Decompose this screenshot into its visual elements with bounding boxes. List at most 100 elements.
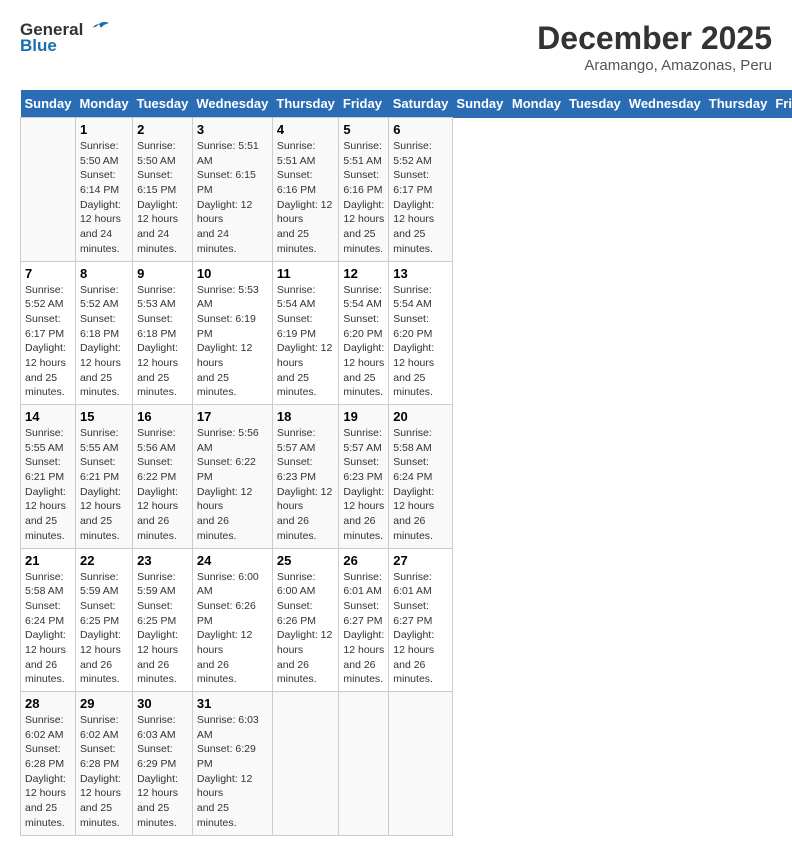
- day-info: Sunrise: 5:50 AM Sunset: 6:14 PM Dayligh…: [80, 139, 128, 257]
- day-number: 14: [25, 409, 71, 424]
- day-number: 21: [25, 553, 71, 568]
- day-number: 2: [137, 122, 188, 137]
- header-sunday: Sunday: [452, 90, 507, 118]
- title-section: December 2025 Aramango, Amazonas, Peru: [537, 20, 772, 74]
- header-monday: Monday: [75, 90, 132, 118]
- day-number: 24: [197, 553, 268, 568]
- calendar-cell: 17 Sunrise: 5:56 AM Sunset: 6:22 PM Dayli…: [192, 405, 272, 549]
- day-info: Sunrise: 5:52 AM Sunset: 6:17 PM Dayligh…: [25, 283, 71, 401]
- day-number: 8: [80, 266, 128, 281]
- day-info: Sunrise: 5:54 AM Sunset: 6:20 PM Dayligh…: [343, 283, 384, 401]
- day-number: 4: [277, 122, 335, 137]
- day-number: 25: [277, 553, 335, 568]
- calendar-cell: 14Sunrise: 5:55 AM Sunset: 6:21 PM Dayli…: [21, 405, 76, 549]
- day-number: 20: [393, 409, 448, 424]
- page-header: General Blue December 2025 Aramango, Ama…: [20, 20, 772, 74]
- header-tuesday: Tuesday: [133, 90, 193, 118]
- calendar-cell: 5Sunrise: 5:51 AM Sunset: 6:16 PM Daylig…: [339, 118, 389, 262]
- calendar-cell: 15Sunrise: 5:55 AM Sunset: 6:21 PM Dayli…: [75, 405, 132, 549]
- location-subtitle: Aramango, Amazonas, Peru: [537, 57, 772, 74]
- day-number: 19: [343, 409, 384, 424]
- calendar-cell: 10 Sunrise: 5:53 AM Sunset: 6:19 PM Dayli…: [192, 261, 272, 405]
- calendar-cell: 22Sunrise: 5:59 AM Sunset: 6:25 PM Dayli…: [75, 548, 132, 692]
- day-info: Sunrise: 6:03 AM Sunset: 6:29 PM Dayligh…: [197, 713, 268, 831]
- calendar-cell: [272, 692, 339, 836]
- day-number: 16: [137, 409, 188, 424]
- calendar-cell: 8 Sunrise: 5:52 AM Sunset: 6:18 PM Daylig…: [75, 261, 132, 405]
- calendar-cell: 4 Sunrise: 5:51 AM Sunset: 6:16 PM Daylig…: [272, 118, 339, 262]
- day-info: Sunrise: 5:52 AM Sunset: 6:18 PM Dayligh…: [80, 283, 128, 401]
- day-number: 3: [197, 122, 268, 137]
- calendar-cell: [339, 692, 389, 836]
- day-number: 10: [197, 266, 268, 281]
- day-info: Sunrise: 6:01 AM Sunset: 6:27 PM Dayligh…: [393, 570, 448, 688]
- calendar-cell: 18 Sunrise: 5:57 AM Sunset: 6:23 PM Dayli…: [272, 405, 339, 549]
- day-info: Sunrise: 6:02 AM Sunset: 6:28 PM Dayligh…: [25, 713, 71, 831]
- calendar-cell: 21Sunrise: 5:58 AM Sunset: 6:24 PM Dayli…: [21, 548, 76, 692]
- calendar-week-4: 28 Sunrise: 6:02 AM Sunset: 6:28 PM Dayli…: [21, 692, 792, 836]
- day-number: 12: [343, 266, 384, 281]
- calendar-cell: 7 Sunrise: 5:52 AM Sunset: 6:17 PM Daylig…: [21, 261, 76, 405]
- calendar-cell: 16 Sunrise: 5:56 AM Sunset: 6:22 PM Dayli…: [133, 405, 193, 549]
- calendar-cell: 28 Sunrise: 6:02 AM Sunset: 6:28 PM Dayli…: [21, 692, 76, 836]
- day-info: Sunrise: 5:50 AM Sunset: 6:15 PM Dayligh…: [137, 139, 188, 257]
- logo-blue: Blue: [20, 36, 57, 56]
- calendar-cell: 6Sunrise: 5:52 AM Sunset: 6:17 PM Daylig…: [389, 118, 453, 262]
- day-info: Sunrise: 5:52 AM Sunset: 6:17 PM Dayligh…: [393, 139, 448, 257]
- day-number: 9: [137, 266, 188, 281]
- day-number: 31: [197, 696, 268, 711]
- day-info: Sunrise: 6:00 AM Sunset: 6:26 PM Dayligh…: [197, 570, 268, 688]
- day-info: Sunrise: 6:03 AM Sunset: 6:29 PM Dayligh…: [137, 713, 188, 831]
- calendar-cell: 9 Sunrise: 5:53 AM Sunset: 6:18 PM Daylig…: [133, 261, 193, 405]
- day-number: 17: [197, 409, 268, 424]
- calendar-cell: 19 Sunrise: 5:57 AM Sunset: 6:23 PM Dayli…: [339, 405, 389, 549]
- day-number: 23: [137, 553, 188, 568]
- day-info: Sunrise: 5:56 AM Sunset: 6:22 PM Dayligh…: [197, 426, 268, 544]
- calendar-cell: 27 Sunrise: 6:01 AM Sunset: 6:27 PM Dayli…: [389, 548, 453, 692]
- day-number: 18: [277, 409, 335, 424]
- day-info: Sunrise: 6:01 AM Sunset: 6:27 PM Dayligh…: [343, 570, 384, 688]
- calendar-cell: 26Sunrise: 6:01 AM Sunset: 6:27 PM Dayli…: [339, 548, 389, 692]
- month-title: December 2025: [537, 20, 772, 57]
- calendar-cell: 11Sunrise: 5:54 AM Sunset: 6:19 PM Dayli…: [272, 261, 339, 405]
- day-number: 30: [137, 696, 188, 711]
- day-number: 27: [393, 553, 448, 568]
- day-info: Sunrise: 5:54 AM Sunset: 6:19 PM Dayligh…: [277, 283, 335, 401]
- header-friday: Friday: [339, 90, 389, 118]
- header-sunday: Sunday: [21, 90, 76, 118]
- day-info: Sunrise: 5:53 AM Sunset: 6:19 PM Dayligh…: [197, 283, 268, 401]
- calendar-cell: 13Sunrise: 5:54 AM Sunset: 6:20 PM Dayli…: [389, 261, 453, 405]
- day-info: Sunrise: 5:51 AM Sunset: 6:16 PM Dayligh…: [277, 139, 335, 257]
- header-saturday: Saturday: [389, 90, 453, 118]
- day-info: Sunrise: 5:57 AM Sunset: 6:23 PM Dayligh…: [343, 426, 384, 544]
- calendar-cell: 2 Sunrise: 5:50 AM Sunset: 6:15 PM Daylig…: [133, 118, 193, 262]
- calendar-cell: 25Sunrise: 6:00 AM Sunset: 6:26 PM Dayli…: [272, 548, 339, 692]
- day-number: 15: [80, 409, 128, 424]
- day-number: 1: [80, 122, 128, 137]
- header-monday: Monday: [508, 90, 565, 118]
- calendar-week-1: 7 Sunrise: 5:52 AM Sunset: 6:17 PM Daylig…: [21, 261, 792, 405]
- logo-bird-icon: [87, 20, 111, 40]
- calendar-week-2: 14Sunrise: 5:55 AM Sunset: 6:21 PM Dayli…: [21, 405, 792, 549]
- day-number: 28: [25, 696, 71, 711]
- day-info: Sunrise: 5:58 AM Sunset: 6:24 PM Dayligh…: [393, 426, 448, 544]
- calendar-header-row: SundayMondayTuesdayWednesdayThursdayFrid…: [21, 90, 792, 118]
- calendar-cell: 30 Sunrise: 6:03 AM Sunset: 6:29 PM Dayli…: [133, 692, 193, 836]
- calendar-cell: 31 Sunrise: 6:03 AM Sunset: 6:29 PM Dayli…: [192, 692, 272, 836]
- day-info: Sunrise: 5:59 AM Sunset: 6:25 PM Dayligh…: [80, 570, 128, 688]
- header-thursday: Thursday: [272, 90, 339, 118]
- calendar-week-3: 21Sunrise: 5:58 AM Sunset: 6:24 PM Dayli…: [21, 548, 792, 692]
- day-number: 7: [25, 266, 71, 281]
- day-info: Sunrise: 5:59 AM Sunset: 6:25 PM Dayligh…: [137, 570, 188, 688]
- calendar-cell: [21, 118, 76, 262]
- header-tuesday: Tuesday: [565, 90, 625, 118]
- day-info: Sunrise: 5:56 AM Sunset: 6:22 PM Dayligh…: [137, 426, 188, 544]
- calendar-cell: 23 Sunrise: 5:59 AM Sunset: 6:25 PM Dayli…: [133, 548, 193, 692]
- day-number: 13: [393, 266, 448, 281]
- day-number: 5: [343, 122, 384, 137]
- calendar-cell: 12 Sunrise: 5:54 AM Sunset: 6:20 PM Dayli…: [339, 261, 389, 405]
- header-wednesday: Wednesday: [625, 90, 705, 118]
- day-info: Sunrise: 5:53 AM Sunset: 6:18 PM Dayligh…: [137, 283, 188, 401]
- day-info: Sunrise: 5:57 AM Sunset: 6:23 PM Dayligh…: [277, 426, 335, 544]
- calendar-week-0: 1 Sunrise: 5:50 AM Sunset: 6:14 PM Daylig…: [21, 118, 792, 262]
